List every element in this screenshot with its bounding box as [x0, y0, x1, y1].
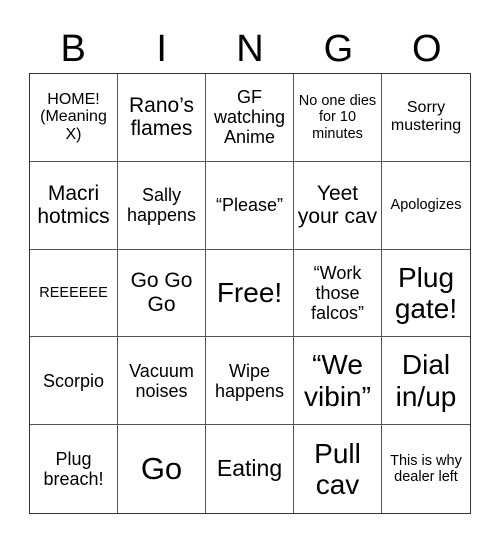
header-letter-i: I: [156, 28, 167, 70]
bingo-cell[interactable]: This is why dealer left: [382, 425, 470, 513]
bingo-cell[interactable]: Sally happens: [118, 161, 206, 250]
header-letter-g: G: [323, 28, 354, 70]
bingo-cell[interactable]: REEEEEE: [30, 249, 118, 338]
bingo-cell[interactable]: GF watching Anime: [206, 74, 294, 162]
bingo-cell[interactable]: Yeet your cav: [294, 161, 382, 250]
bingo-cell[interactable]: No one dies for 10 minutes: [294, 74, 382, 162]
bingo-cell[interactable]: Dial in/up: [382, 337, 470, 426]
bingo-header: B I N G O: [29, 26, 471, 72]
bingo-cell[interactable]: Pull cav: [294, 425, 382, 513]
bingo-cell[interactable]: Free!: [206, 249, 294, 338]
bingo-cell[interactable]: “Work those falcos”: [294, 249, 382, 338]
bingo-grid: HOME! (Meaning X) Rano’s flames GF watchin…: [29, 73, 471, 514]
bingo-cell[interactable]: Sorry mustering: [382, 74, 470, 162]
bingo-cell[interactable]: Macri hotmics: [30, 161, 118, 250]
bingo-cell[interactable]: Plug breach!: [30, 425, 118, 513]
bingo-cell[interactable]: Apologizes: [382, 162, 470, 250]
bingo-cell[interactable]: HOME! (Meaning X): [30, 74, 118, 162]
bingo-cell[interactable]: Go: [118, 425, 206, 513]
bingo-cell[interactable]: Vacuum noises: [118, 337, 206, 426]
bingo-cell[interactable]: “We vibin”: [294, 337, 382, 426]
bingo-cell[interactable]: Scorpio: [30, 337, 118, 426]
bingo-cell[interactable]: Eating: [206, 425, 294, 513]
header-letter-n: N: [236, 28, 264, 70]
bingo-cell[interactable]: Wipe happens: [206, 337, 294, 426]
bingo-cell[interactable]: Go Go Go: [118, 249, 206, 338]
bingo-cell[interactable]: Rano’s flames: [118, 74, 206, 162]
bingo-cell[interactable]: Plug gate!: [382, 250, 470, 338]
header-letter-o: O: [412, 28, 442, 70]
header-letter-b: B: [60, 28, 86, 70]
bingo-cell[interactable]: “Please”: [206, 161, 294, 250]
